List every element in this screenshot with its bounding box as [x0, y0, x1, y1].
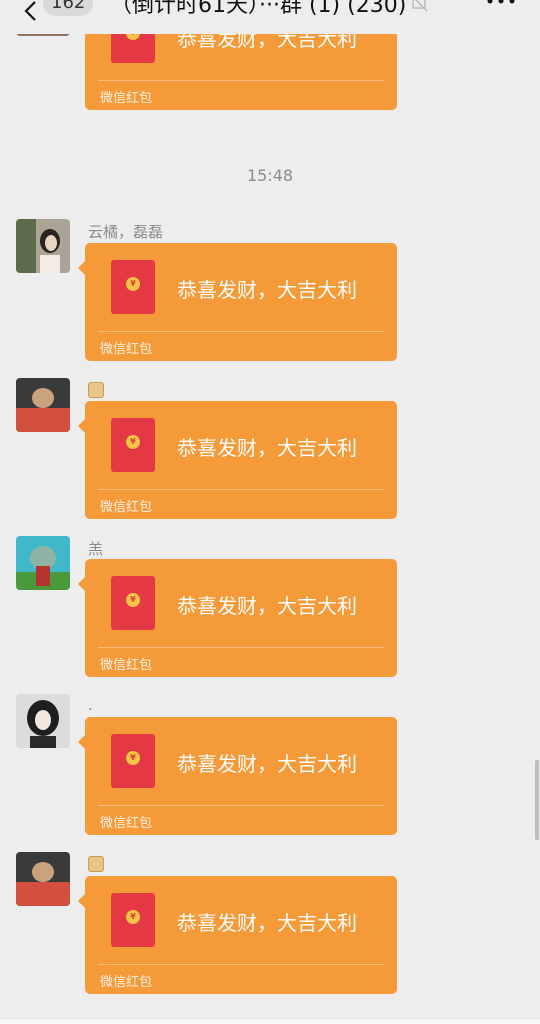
red-packet-message[interactable]: ¥ 恭喜发财，大吉大利 微信红包 — [78, 559, 397, 677]
avatar[interactable] — [16, 536, 70, 590]
divider — [98, 80, 384, 81]
red-packet-label: 微信红包 — [100, 91, 153, 106]
red-packet-label: 微信红包 — [100, 500, 153, 515]
red-packet-message[interactable]: ¥ 恭喜发财，大吉大利 微信红包 — [78, 401, 397, 519]
red-packet-greeting: 恭喜发财，大吉大利 — [177, 436, 357, 460]
red-packet-label: 微信红包 — [100, 816, 153, 831]
coin-icon: ¥ — [126, 435, 140, 449]
unread-count-badge[interactable]: 162 — [43, 0, 94, 16]
divider — [98, 805, 384, 806]
avatar[interactable] — [16, 852, 70, 906]
red-packet-message[interactable]: ¥ 恭喜发财，大吉大利 微信红包 — [78, 717, 397, 835]
divider — [98, 331, 384, 332]
red-packet-icon: ¥ — [111, 734, 155, 788]
chevron-left-icon[interactable] — [20, 0, 42, 22]
divider — [98, 489, 384, 490]
sender-name — [88, 854, 104, 872]
coin-icon: ¥ — [126, 593, 140, 607]
bell-off-icon — [412, 0, 428, 12]
timestamp: 15:48 — [246, 166, 294, 185]
sender-name: 羔 — [88, 540, 104, 558]
divider — [98, 647, 384, 648]
coin-icon: ¥ — [126, 277, 140, 291]
input-bar — [0, 1018, 540, 1024]
red-packet-label: 微信红包 — [100, 975, 153, 990]
sender-name — [88, 380, 104, 398]
avatar[interactable] — [16, 378, 70, 432]
chat-header: 162 （倒计时61天）···群 (1) (230) — [0, 0, 540, 34]
red-packet-icon: ¥ — [111, 576, 155, 630]
red-packet-greeting: 恭喜发财，大吉大利 — [177, 911, 357, 935]
coin-icon: ¥ — [126, 751, 140, 765]
red-packet-greeting: 恭喜发财，大吉大利 — [177, 594, 357, 618]
chat-title: （倒计时61天）···群 (1) (230) — [110, 0, 407, 18]
red-packet-greeting: 恭喜发财，大吉大利 — [177, 752, 357, 776]
red-packet-icon: ¥ — [111, 260, 155, 314]
red-packet-label: 微信红包 — [100, 658, 153, 673]
red-packet-label: 微信红包 — [100, 342, 153, 357]
red-packet-message[interactable]: ¥ 恭喜发财，大吉大利 微信红包 — [78, 876, 397, 994]
red-packet-message[interactable]: ¥ 恭喜发财，大吉大利 微信红包 — [78, 243, 397, 361]
bread-emoji-icon — [88, 855, 104, 872]
avatar[interactable] — [16, 219, 70, 273]
sender-name: . — [88, 696, 93, 714]
red-packet-icon: ¥ — [111, 418, 155, 472]
red-packet-greeting: 恭喜发财，大吉大利 — [177, 278, 357, 302]
more-dots-icon[interactable] — [486, 0, 516, 6]
red-packet-icon: ¥ — [111, 893, 155, 947]
coin-icon: ¥ — [126, 910, 140, 924]
avatar[interactable] — [16, 694, 70, 748]
sender-name: 云橘，磊磊 — [88, 223, 164, 241]
scrollbar[interactable] — [535, 760, 539, 840]
divider — [98, 964, 384, 965]
bread-emoji-icon — [88, 381, 104, 398]
